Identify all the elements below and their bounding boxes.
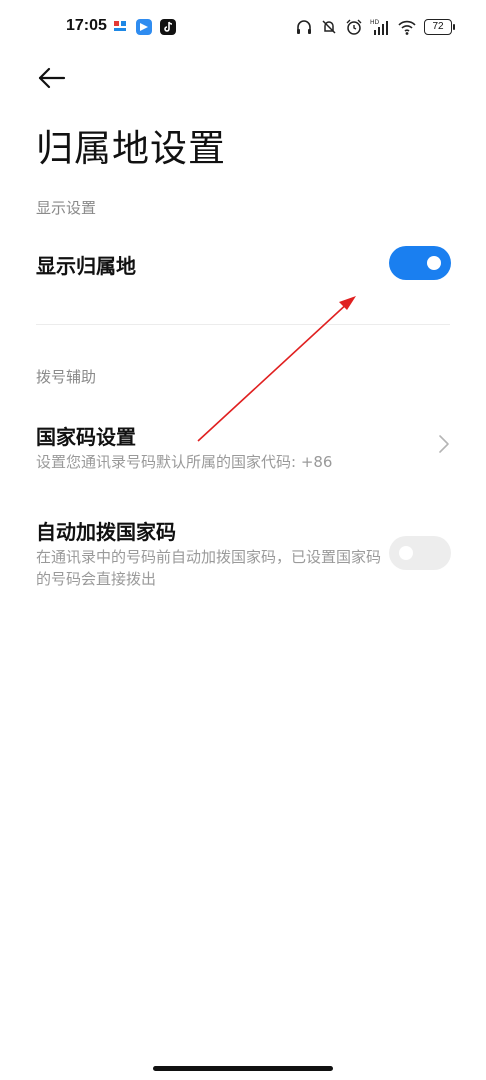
alarm-icon (345, 18, 363, 36)
section-label-dial-assist: 拨号辅助 (36, 368, 97, 386)
toggle-knob (399, 546, 413, 560)
show-location-toggle[interactable] (389, 246, 451, 280)
show-location-label[interactable]: 显示归属地 (36, 250, 136, 279)
home-indicator[interactable] (153, 1066, 333, 1071)
status-time: 17:05 (66, 17, 107, 34)
message-app-icon (136, 19, 152, 35)
battery-icon: 72 (424, 19, 455, 35)
auto-add-country-code-title[interactable]: 自动加拨国家码 (36, 516, 176, 545)
tiktok-app-icon (160, 19, 176, 35)
wifi-icon (397, 18, 417, 36)
section-label-display: 显示设置 (36, 199, 97, 217)
auto-add-country-code-toggle[interactable] (389, 536, 451, 570)
back-arrow-icon (38, 67, 66, 89)
page-title: 归属地设置 (36, 127, 226, 170)
country-code-setting-title[interactable]: 国家码设置 (36, 421, 136, 450)
status-bar: 17:05 HD 72 (0, 0, 486, 56)
toggle-knob (427, 256, 441, 270)
chevron-right-icon[interactable] (438, 434, 450, 454)
svg-text:HD: HD (370, 19, 380, 26)
back-button[interactable] (36, 62, 68, 94)
status-icons: HD 72 (295, 16, 455, 38)
country-code-setting-desc: 设置您通讯录号码默认所属的国家代码: +86 (36, 453, 333, 471)
mute-icon (320, 18, 338, 36)
divider (36, 324, 450, 325)
headphones-icon (295, 18, 313, 36)
news-app-icon (112, 19, 128, 35)
auto-add-country-code-desc: 在通讯录中的号码前自动加拨国家码，已设置国家码的号码会直接拨出 (36, 548, 382, 588)
hd-signal-icon: HD (370, 18, 390, 36)
